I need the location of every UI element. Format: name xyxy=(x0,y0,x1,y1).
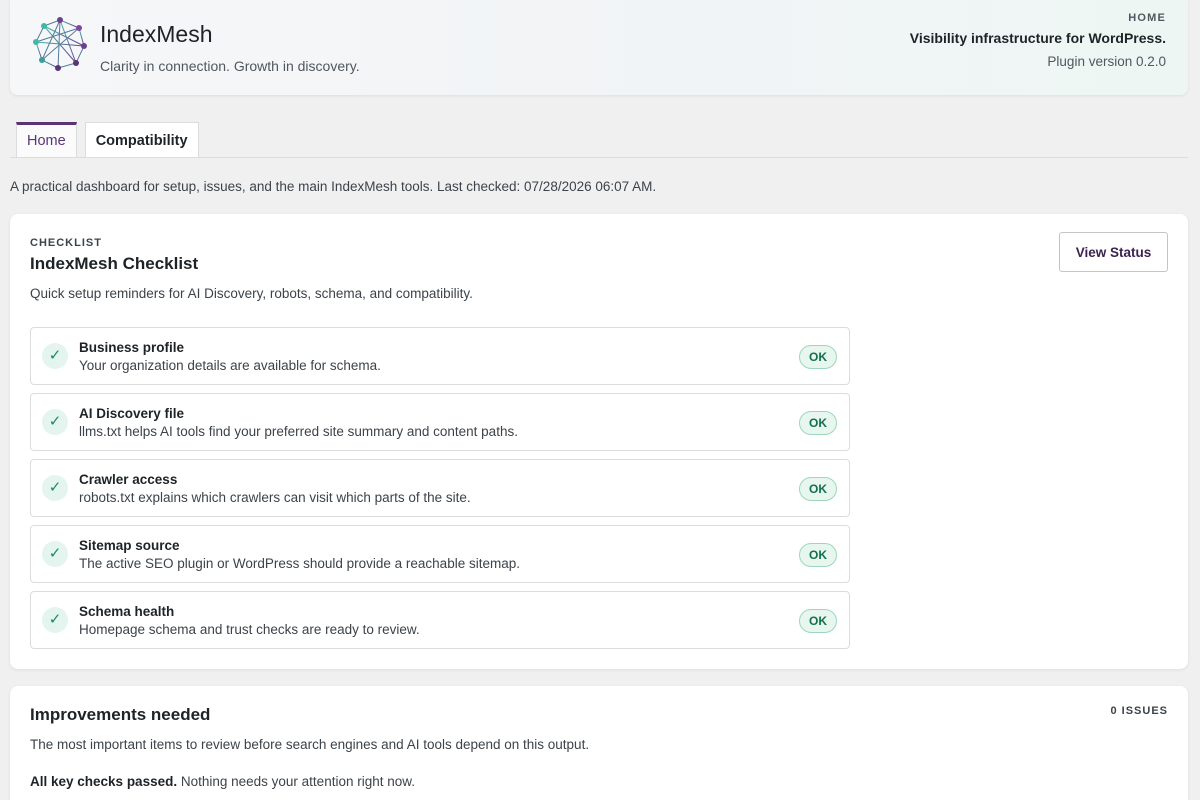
item-title: Business profile xyxy=(79,340,185,355)
checklist-title: IndexMesh Checklist xyxy=(30,254,199,273)
brand-name: IndexMesh xyxy=(100,21,213,47)
improvements-card: Improvements needed 0 ISSUES The most im… xyxy=(10,686,1188,800)
issue-count-badge: 0 ISSUES xyxy=(1110,705,1168,717)
status-badge: OK xyxy=(799,609,837,633)
checkmark-icon: ✓ xyxy=(42,541,68,567)
checkmark-icon: ✓ xyxy=(42,409,68,435)
item-description: The active SEO plugin or WordPress shoul… xyxy=(79,556,520,571)
checklist-item-crawler-access: ✓ Crawler access robots.txt explains whi… xyxy=(30,459,850,517)
tab-compatibility[interactable]: Compatibility xyxy=(84,122,199,158)
brand-tagline: Clarity in connection. Growth in discove… xyxy=(100,58,360,74)
checklist-item-ai-discovery: ✓ AI Discovery file llms.txt helps AI to… xyxy=(30,393,850,451)
item-description: llms.txt helps AI tools find your prefer… xyxy=(79,424,518,439)
item-description: Your organization details are available … xyxy=(79,358,381,373)
tab-bar: Home Compatibility xyxy=(16,122,207,159)
tab-home[interactable]: Home xyxy=(16,122,77,158)
improvements-subtitle: The most important items to review befor… xyxy=(30,737,590,752)
checkmark-icon: ✓ xyxy=(42,607,68,633)
header-heading: Visibility infrastructure for WordPress. xyxy=(909,30,1166,46)
checklist-card: CHECKLIST IndexMesh Checklist Quick setu… xyxy=(10,214,1188,669)
status-strong-text: All key checks passed. xyxy=(30,774,178,789)
checklist-item-sitemap-source: ✓ Sitemap source The active SEO plugin o… xyxy=(30,525,850,583)
status-badge: OK xyxy=(799,477,837,501)
improvements-title: Improvements needed xyxy=(30,705,211,724)
plugin-version: Plugin version 0.2.0 xyxy=(1047,54,1166,69)
status-badge: OK xyxy=(799,411,837,435)
header-meta: HOME Visibility infrastructure for WordP… xyxy=(910,12,1166,69)
item-description: Homepage schema and trust checks are rea… xyxy=(79,622,420,637)
checklist-item-business-profile: ✓ Business profile Your organization det… xyxy=(30,327,850,385)
status-badge: OK xyxy=(799,543,837,567)
item-title: Sitemap source xyxy=(79,538,180,553)
view-status-button[interactable]: View Status xyxy=(1059,232,1168,272)
item-title: AI Discovery file xyxy=(79,406,185,421)
status-badge: OK xyxy=(799,345,837,369)
tab-divider xyxy=(10,157,1188,158)
checklist-eyebrow: CHECKLIST xyxy=(30,237,102,249)
checkmark-icon: ✓ xyxy=(42,475,68,501)
checklist-items: ✓ Business profile Your organization det… xyxy=(30,327,850,657)
status-rest-text: Nothing needs your attention right now. xyxy=(177,774,415,789)
item-title: Schema health xyxy=(79,604,175,619)
intro-text: A practical dashboard for setup, issues,… xyxy=(10,179,657,194)
checklist-item-schema-health: ✓ Schema health Homepage schema and trus… xyxy=(30,591,850,649)
breadcrumb: HOME xyxy=(1128,12,1166,24)
checklist-subtitle: Quick setup reminders for AI Discovery, … xyxy=(30,286,473,301)
plugin-header: IndexMesh Clarity in connection. Growth … xyxy=(10,0,1188,95)
network-mesh-logo-icon xyxy=(33,17,87,71)
item-title: Crawler access xyxy=(79,472,178,487)
improvements-status: All key checks passed. Nothing needs you… xyxy=(30,774,415,789)
checkmark-icon: ✓ xyxy=(42,343,68,369)
item-description: robots.txt explains which crawlers can v… xyxy=(79,490,471,505)
